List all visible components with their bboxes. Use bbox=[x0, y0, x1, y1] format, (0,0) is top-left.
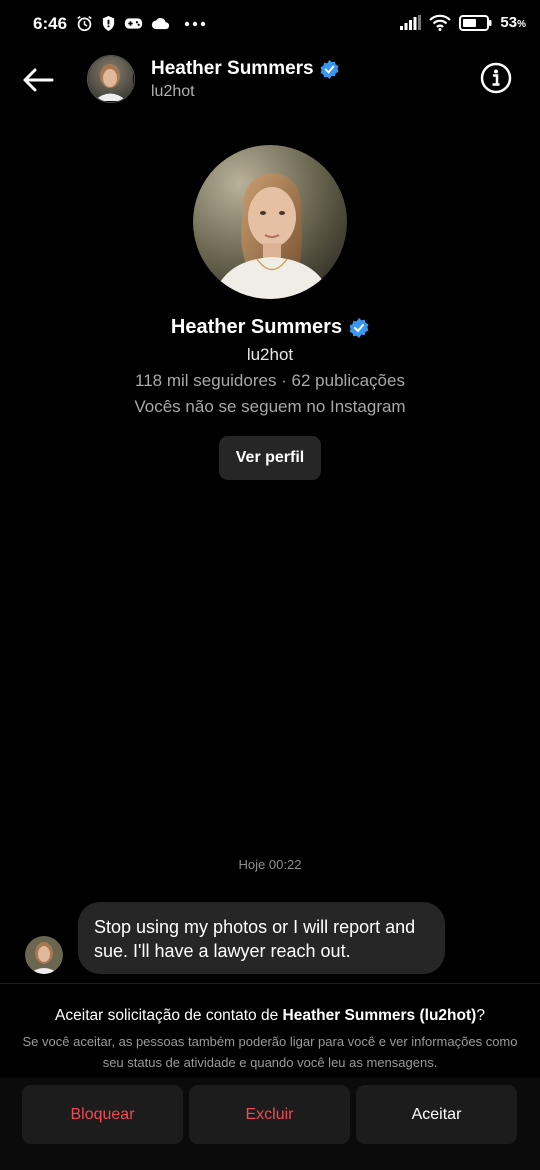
profile-handle: lu2hot bbox=[246, 345, 294, 364]
back-button[interactable] bbox=[18, 62, 58, 98]
profile-name: Heather Summers bbox=[0, 316, 540, 339]
signal-icon bbox=[400, 15, 422, 30]
follow-status: Vocês não se seguem no Instagram bbox=[134, 397, 406, 416]
header-name-text: Heather Summers bbox=[151, 58, 314, 79]
cloud-icon bbox=[151, 17, 170, 29]
profile-stats: 118 mil seguidores · 62 publicações bbox=[135, 371, 405, 390]
battery-percent: 53% bbox=[500, 14, 526, 31]
block-button[interactable]: Bloquear bbox=[22, 1085, 183, 1144]
header-avatar[interactable] bbox=[87, 55, 135, 103]
status-left-icons bbox=[76, 15, 206, 32]
accept-button[interactable]: Aceitar bbox=[356, 1085, 517, 1144]
info-icon bbox=[480, 62, 512, 94]
info-button[interactable] bbox=[480, 62, 512, 94]
message-timestamp: Hoje 00:22 bbox=[238, 857, 302, 872]
header-name[interactable]: Heather Summers bbox=[151, 58, 339, 80]
verified-badge-icon bbox=[320, 59, 339, 79]
battery-icon bbox=[459, 14, 492, 31]
profile-name-text: Heather Summers bbox=[170, 316, 343, 338]
status-bar: 6:46 53% bbox=[0, 0, 540, 50]
delete-button[interactable]: Excluir bbox=[189, 1085, 350, 1144]
chat-header: Heather Summers lu2hot bbox=[0, 50, 540, 112]
shield-icon bbox=[102, 16, 115, 31]
request-description: Se você aceitar, as pessoas também poder… bbox=[22, 1034, 518, 1070]
verified-badge-icon bbox=[349, 317, 369, 338]
header-handle: lu2hot bbox=[151, 83, 195, 100]
message-text: Stop using my photos or I will report an… bbox=[94, 917, 416, 961]
divider bbox=[0, 983, 540, 984]
view-profile-button[interactable]: Ver perfil bbox=[219, 436, 321, 480]
alarm-icon bbox=[77, 15, 92, 32]
request-title: Aceitar solicitação de contato de Heathe… bbox=[55, 1007, 485, 1024]
more-notifications-icon bbox=[184, 21, 206, 26]
gamepad-icon bbox=[124, 18, 143, 29]
sender-avatar[interactable] bbox=[25, 936, 63, 974]
request-title-name: Heather Summers (lu2hot) bbox=[282, 1007, 477, 1024]
arrow-left-icon bbox=[23, 68, 54, 92]
wifi-icon bbox=[429, 14, 452, 31]
status-time: 6:46 bbox=[33, 14, 68, 33]
message-bubble[interactable]: Stop using my photos or I will report an… bbox=[78, 902, 445, 974]
status-right-icons: 53% bbox=[400, 14, 526, 31]
profile-avatar[interactable] bbox=[193, 145, 347, 299]
